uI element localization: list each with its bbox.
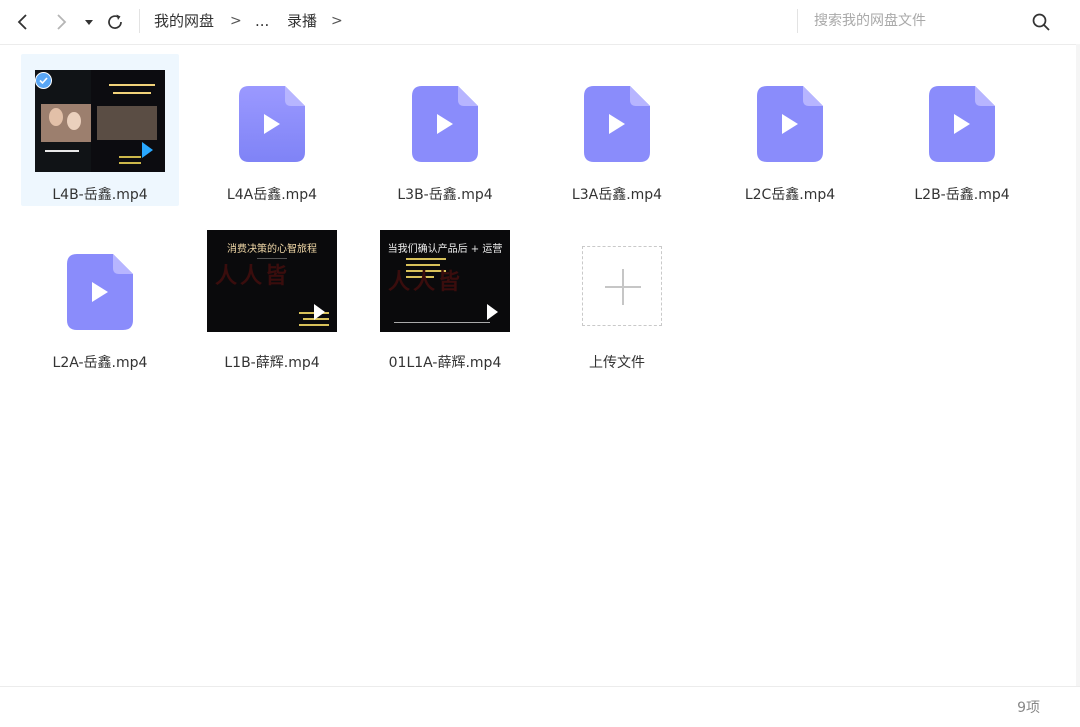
file-tile[interactable]: L4B-岳鑫.mp4 (21, 54, 179, 206)
thumbnail-watermark: 人人皆 (215, 263, 291, 289)
video-thumbnail: 消费决策的心智旅程 人人皆 (207, 230, 337, 332)
file-tile[interactable]: L2B-岳鑫.mp4 (883, 54, 1041, 206)
file-name: L3B-岳鑫.mp4 (397, 187, 493, 203)
video-file-icon (929, 86, 995, 162)
forward-icon[interactable] (50, 11, 72, 33)
breadcrumb-my-drive[interactable]: 我的网盘 (154, 11, 214, 31)
back-icon[interactable] (12, 11, 34, 33)
thumbnail-watermark: 人人皆 (388, 269, 464, 295)
file-name: L3A岳鑫.mp4 (571, 187, 663, 203)
video-thumbnail: 当我们确认产品后 + 运营 人人皆 (380, 230, 510, 332)
file-tile[interactable]: L3B-岳鑫.mp4 (366, 54, 524, 206)
history-dropdown-icon[interactable] (80, 11, 98, 33)
breadcrumb-recordings[interactable]: 录播 (287, 11, 317, 31)
toolbar-divider (139, 9, 140, 33)
file-name: L2C岳鑫.mp4 (744, 187, 836, 203)
video-file-icon (757, 86, 823, 162)
file-name: L1B-薛辉.mp4 (224, 355, 320, 371)
selected-check-icon[interactable] (35, 72, 52, 89)
video-file-icon (67, 254, 133, 330)
item-count: 9项 (1017, 700, 1040, 716)
refresh-icon[interactable] (104, 11, 126, 33)
video-file-icon (239, 86, 305, 162)
video-thumbnail (35, 70, 165, 172)
upload-tile[interactable]: 上传文件 (538, 222, 696, 374)
upload-label: 上传文件 (589, 355, 645, 371)
breadcrumb-ellipsis[interactable]: ... (255, 11, 269, 31)
thumbnail-title: 消费决策的心智旅程 (227, 244, 317, 255)
thumbnail-title: 当我们确认产品后 + 运营 (387, 244, 503, 255)
file-name: L4B-岳鑫.mp4 (52, 187, 148, 203)
search-input[interactable] (808, 6, 1038, 36)
file-tile[interactable]: L2C岳鑫.mp4 (711, 54, 869, 206)
breadcrumb-separator: > (331, 13, 343, 29)
scrollbar[interactable] (1076, 44, 1080, 686)
file-tile[interactable]: L3A岳鑫.mp4 (538, 54, 696, 206)
file-grid: L4B-岳鑫.mp4 L4A岳鑫.mp4 L3B-岳鑫.mp4 L3A岳鑫.mp… (0, 45, 1080, 685)
file-tile[interactable]: L2A-岳鑫.mp4 (21, 222, 179, 374)
play-icon (487, 304, 498, 320)
file-name: 01L1A-薛辉.mp4 (388, 355, 502, 371)
status-bar: 9项 (0, 686, 1080, 727)
video-file-icon (412, 86, 478, 162)
toolbar-divider (797, 9, 798, 33)
video-file-icon (584, 86, 650, 162)
file-name: L4A岳鑫.mp4 (226, 187, 318, 203)
file-tile[interactable]: 当我们确认产品后 + 运营 人人皆 01L1A-薛辉.mp4 (366, 222, 524, 374)
search-icon[interactable] (1030, 11, 1052, 33)
file-tile[interactable]: L4A岳鑫.mp4 (193, 54, 351, 206)
file-tile[interactable]: 消费决策的心智旅程 人人皆 L1B-薛辉.mp4 (193, 222, 351, 374)
file-name: L2A-岳鑫.mp4 (52, 355, 148, 371)
upload-plus-icon[interactable] (582, 246, 662, 326)
breadcrumb-separator: > (230, 13, 242, 29)
play-icon (314, 304, 325, 320)
toolbar: 我的网盘 > ... 录播 > (0, 0, 1080, 45)
file-name: L2B-岳鑫.mp4 (914, 187, 1010, 203)
